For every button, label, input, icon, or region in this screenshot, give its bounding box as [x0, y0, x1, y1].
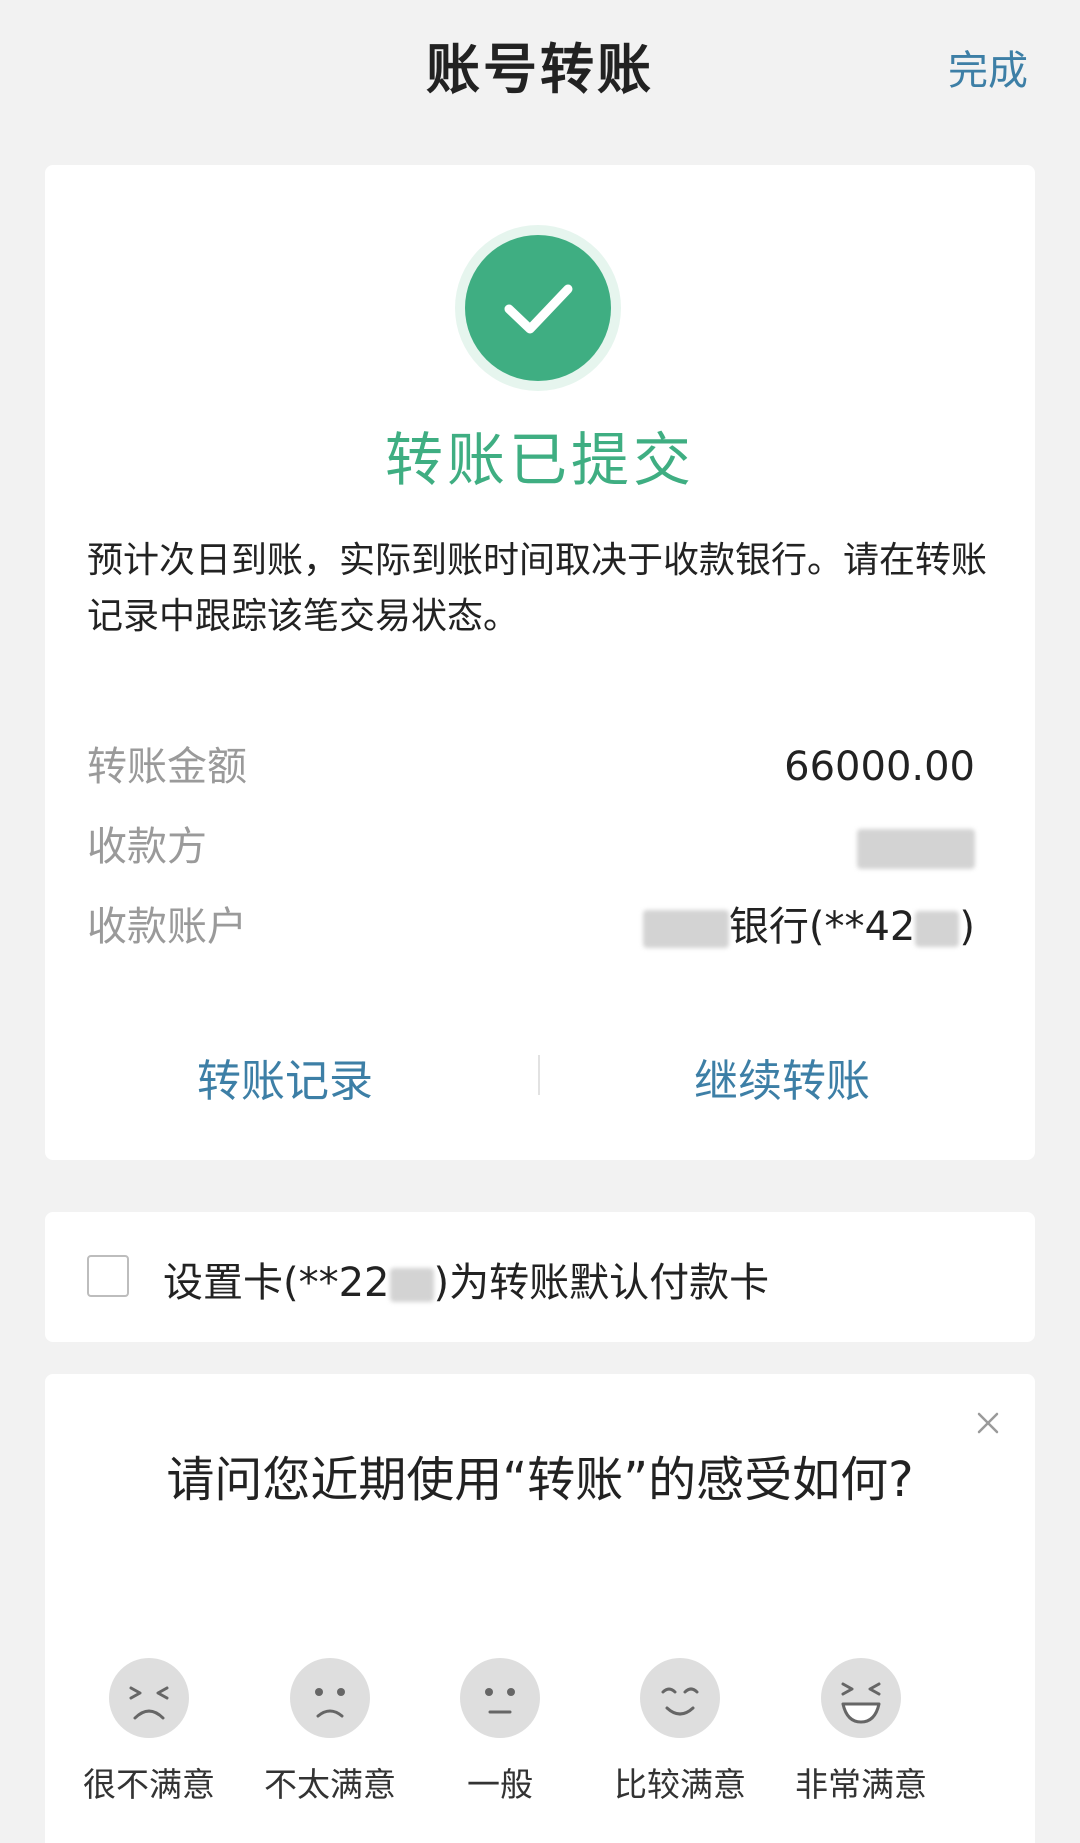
rating-label: 不太满意	[264, 1765, 396, 1804]
rating-label: 很不满意	[83, 1765, 215, 1804]
rating-dissatisfied[interactable]: 不太满意	[250, 1656, 410, 1806]
done-button[interactable]: 完成	[948, 38, 1028, 96]
payee-account-row: 收款账户 银行(**42)	[87, 897, 975, 957]
default-card-text: 设置卡(**22 )为转账默认付款卡	[163, 1250, 769, 1308]
default-card-checkbox[interactable]	[87, 1255, 129, 1297]
satisfied-face-icon	[640, 1658, 720, 1738]
redacted-mask	[915, 911, 960, 947]
close-icon[interactable]	[971, 1406, 1005, 1440]
redacted-mask	[857, 829, 975, 869]
redacted-mask	[642, 910, 729, 948]
satisfaction-survey-card: 请问您近期使用“转账”的感受如何? 很不满意 不太满意 一般 比较满意 非常满意	[45, 1374, 1035, 1843]
payee-value-redacted	[857, 817, 975, 877]
continue-transfer-link[interactable]: 继续转账	[694, 1045, 870, 1109]
very-dissatisfied-face-icon	[109, 1658, 189, 1738]
rating-neutral[interactable]: 一般	[420, 1656, 580, 1806]
payee-account-value: 银行(**42)	[642, 897, 975, 957]
rating-satisfied[interactable]: 比较满意	[600, 1656, 760, 1806]
amount-value: 66000.00	[784, 744, 975, 790]
account-tail-text: )	[959, 904, 975, 950]
default-card-prefix: 设置卡(**22	[163, 1260, 390, 1306]
transfer-records-link[interactable]: 转账记录	[197, 1045, 373, 1109]
rating-label: 一般	[467, 1765, 533, 1804]
success-check-icon	[465, 235, 611, 381]
rating-label: 比较满意	[614, 1765, 746, 1804]
rating-very-dissatisfied[interactable]: 很不满意	[69, 1656, 229, 1806]
payee-account-label: 收款账户	[87, 904, 247, 950]
amount-row: 转账金额 66000.00	[87, 737, 975, 797]
payee-row: 收款方	[87, 817, 975, 877]
dissatisfied-face-icon	[290, 1658, 370, 1738]
top-bar: 账号转账 完成	[0, 0, 1080, 130]
rating-label: 非常满意	[795, 1765, 927, 1804]
amount-label: 转账金额	[87, 744, 247, 790]
actions-divider	[538, 1055, 540, 1095]
survey-question: 请问您近期使用“转账”的感受如何?	[166, 1452, 914, 1508]
page-title: 账号转账	[426, 38, 654, 101]
rating-very-satisfied[interactable]: 非常满意	[781, 1656, 941, 1806]
arrival-description: 预计次日到账，实际到账时间取决于收款银行。请在转账记录中跟踪该笔交易状态。	[87, 540, 988, 637]
default-card-suffix: )为转账默认付款卡	[433, 1260, 770, 1306]
redacted-mask	[389, 1268, 434, 1302]
bank-name-text: 银行(**42	[728, 904, 916, 950]
neutral-face-icon	[460, 1658, 540, 1738]
very-satisfied-face-icon	[821, 1658, 901, 1738]
default-card-setting: 设置卡(**22 )为转账默认付款卡	[45, 1212, 1035, 1342]
transfer-result-card: 转账已提交 预计次日到账，实际到账时间取决于收款银行。请在转账记录中跟踪该笔交易…	[45, 165, 1035, 1160]
payee-label: 收款方	[87, 824, 207, 870]
status-title: 转账已提交	[384, 426, 695, 494]
